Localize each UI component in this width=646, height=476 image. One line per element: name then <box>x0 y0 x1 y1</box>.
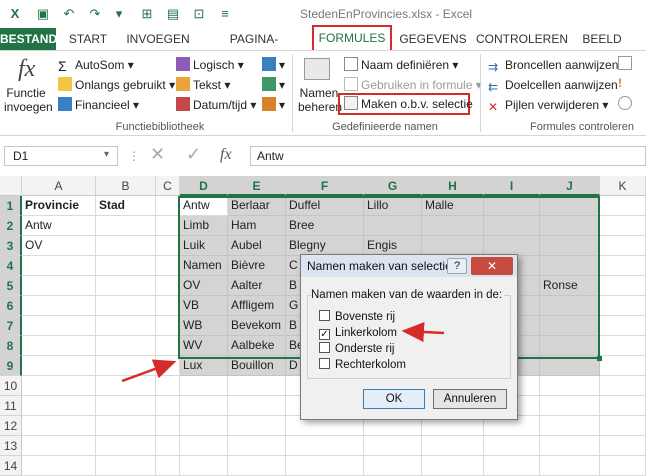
arrow-to-left-column <box>401 322 445 342</box>
annotation-arrows <box>121 322 445 383</box>
arrow-to-selection <box>121 359 177 383</box>
